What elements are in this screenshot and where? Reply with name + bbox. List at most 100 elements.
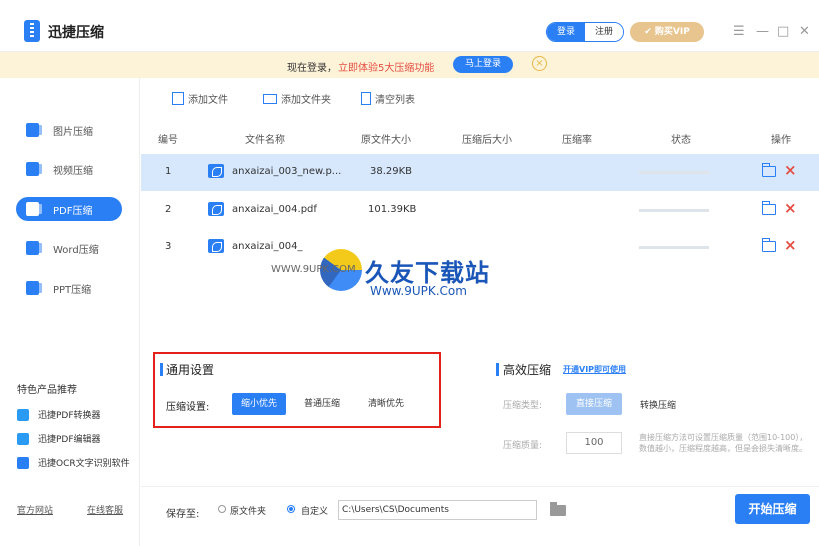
notice-link[interactable]: 立即体验5大压缩功能 xyxy=(338,59,434,74)
promo-title: 特色产品推荐 xyxy=(17,385,77,396)
column-header-actions: 操作 xyxy=(771,135,791,146)
pdf-converter-icon xyxy=(17,408,29,421)
delete-icon[interactable]: × xyxy=(784,199,797,217)
buy-vip-button[interactable]: ✔ 购买VIP xyxy=(630,22,704,42)
watermark-url-left: WWW.9UPK.COM xyxy=(271,264,356,275)
sidebar-item-label: PDF压缩 xyxy=(53,205,93,217)
trash-icon xyxy=(361,92,371,105)
compress-type-label: 压缩类型: xyxy=(503,401,543,411)
column-header-size: 原文件大小 xyxy=(361,135,411,146)
quality-input[interactable]: 100 xyxy=(566,432,622,454)
login-button[interactable]: 登录 xyxy=(547,23,585,41)
word-compress-icon xyxy=(26,241,42,255)
pdf-file-icon xyxy=(208,239,224,253)
register-button[interactable]: 注册 xyxy=(585,23,623,41)
promo-label: 迅捷PDF转换器 xyxy=(38,411,101,421)
sidebar-item-video[interactable]: 视频压缩 xyxy=(16,157,122,181)
option-clarity-first[interactable]: 清晰优先 xyxy=(358,393,414,415)
add-folder-button[interactable]: 添加文件夹 xyxy=(263,91,331,106)
sidebar-item-label: 视频压缩 xyxy=(53,165,93,177)
app-title: 迅捷压缩 xyxy=(48,25,104,41)
add-file-button[interactable]: 添加文件 xyxy=(172,91,228,106)
buy-vip-label: 购买VIP xyxy=(654,27,690,37)
pdf-file-icon xyxy=(208,202,224,216)
row-number: 3 xyxy=(165,241,172,252)
file-size: 38.29KB xyxy=(370,166,413,177)
file-size: 101.39KB xyxy=(368,204,417,215)
menu-icon[interactable]: ☰ xyxy=(733,24,745,39)
open-folder-icon[interactable] xyxy=(762,201,776,215)
delete-icon[interactable]: × xyxy=(784,236,797,254)
promo-pdf-converter[interactable]: 迅捷PDF转换器 xyxy=(17,408,101,421)
notice-close-icon[interactable]: × xyxy=(532,56,547,71)
zip-logo-icon xyxy=(24,20,40,42)
pdf-editor-icon xyxy=(17,432,29,445)
add-folder-label: 添加文件夹 xyxy=(281,95,331,106)
section-marker xyxy=(160,363,163,376)
start-compress-button[interactable]: 开始压缩 xyxy=(735,494,810,524)
quality-description: 直接压缩方法可设置压缩质量（范围10-100），数值越小，压缩程度越高，但是会损… xyxy=(639,433,808,453)
auth-toggle: 登录 注册 xyxy=(546,22,624,42)
browse-folder-icon[interactable] xyxy=(550,502,566,516)
output-path-input[interactable]: C:\Users\CS\Documents xyxy=(338,500,537,520)
column-header-status: 状态 xyxy=(671,135,691,146)
delete-icon[interactable]: × xyxy=(784,161,797,179)
direct-compress-button[interactable]: 直接压缩 xyxy=(566,393,622,415)
add-file-label: 添加文件 xyxy=(188,95,228,106)
official-site-link[interactable]: 官方网站 xyxy=(17,503,53,516)
maximize-icon[interactable]: □ xyxy=(777,24,789,39)
clear-list-label: 清空列表 xyxy=(375,95,415,106)
column-header-number: 编号 xyxy=(158,135,178,146)
promo-pdf-editor[interactable]: 迅捷PDF编辑器 xyxy=(17,432,101,445)
pdf-compress-icon xyxy=(26,202,42,216)
watermark-title: 久友下载站 xyxy=(365,259,490,287)
sidebar-item-ppt[interactable]: PPT压缩 xyxy=(16,276,122,300)
status-progress-bar xyxy=(639,209,709,212)
open-folder-icon[interactable] xyxy=(762,238,776,252)
ppt-compress-icon xyxy=(26,281,42,295)
promo-label: 迅捷PDF编辑器 xyxy=(38,435,101,445)
notice-text: 现在登录， xyxy=(287,63,337,74)
sidebar-item-image[interactable]: 图片压缩 xyxy=(16,118,122,142)
minimize-icon[interactable]: — xyxy=(756,24,769,39)
column-header-compressed: 压缩后大小 xyxy=(462,135,512,146)
convert-compress-button[interactable]: 转换压缩 xyxy=(640,398,676,411)
video-compress-icon xyxy=(26,162,42,176)
quality-label: 压缩质量: xyxy=(503,441,543,451)
open-folder-icon[interactable] xyxy=(762,163,776,177)
open-vip-link[interactable]: 开通VIP即可使用 xyxy=(563,364,626,375)
table-row[interactable]: 1 anxaizai_003_new.p... 38.29KB × xyxy=(141,154,819,191)
promo-ocr[interactable]: 迅捷OCR文字识别软件 xyxy=(17,456,130,469)
radio-original-folder[interactable] xyxy=(218,505,226,513)
radio-custom-label: 自定义 xyxy=(301,507,329,517)
option-smaller-first[interactable]: 缩小优先 xyxy=(232,393,286,415)
save-to-label: 保存至: xyxy=(166,509,200,520)
sidebar-item-label: 图片压缩 xyxy=(53,126,93,138)
pdf-file-icon xyxy=(208,164,224,178)
column-header-name: 文件名称 xyxy=(245,135,285,146)
radio-custom-folder[interactable] xyxy=(287,505,295,513)
quick-login-button[interactable]: 马上登录 xyxy=(453,56,513,73)
sidebar-item-word[interactable]: Word压缩 xyxy=(16,236,122,260)
high-efficiency-title: 高效压缩 xyxy=(503,363,552,377)
section-marker xyxy=(496,363,499,376)
sidebar xyxy=(0,78,140,546)
image-compress-icon xyxy=(26,123,42,137)
add-file-icon xyxy=(172,92,184,105)
general-settings-title: 通用设置 xyxy=(166,363,215,377)
promo-label: 迅捷OCR文字识别软件 xyxy=(38,459,130,469)
status-progress-bar xyxy=(639,246,709,249)
watermark-url: Www.9UPK.Com xyxy=(370,284,467,298)
close-icon[interactable]: ✕ xyxy=(799,24,810,39)
option-normal-compress[interactable]: 普通压缩 xyxy=(294,393,350,415)
add-folder-icon xyxy=(263,93,277,104)
table-row[interactable]: 2 anxaizai_004.pdf 101.39KB × xyxy=(141,192,819,229)
online-support-link[interactable]: 在线客服 xyxy=(87,503,123,516)
clear-list-button[interactable]: 清空列表 xyxy=(361,91,415,106)
sidebar-item-label: PPT压缩 xyxy=(53,284,92,296)
sidebar-item-pdf[interactable]: PDF压缩 xyxy=(16,197,122,221)
status-progress-bar xyxy=(639,171,709,174)
row-number: 1 xyxy=(165,166,172,177)
file-name: anxaizai_004.pdf xyxy=(232,204,317,215)
ocr-icon xyxy=(17,456,29,469)
